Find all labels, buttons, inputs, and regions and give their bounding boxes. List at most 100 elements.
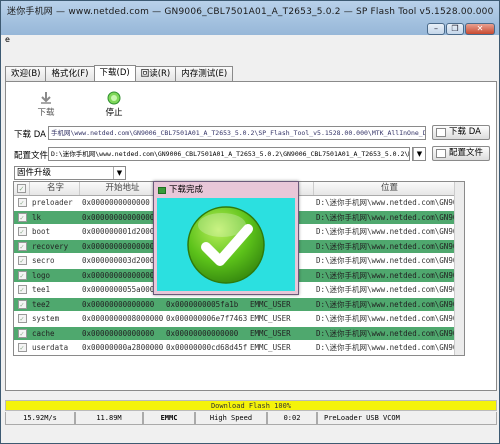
cell-start-address: 0x000000001d2000	[82, 227, 155, 236]
cell-end-address: 0x0000000005fa1b	[166, 299, 239, 309]
row-checkbox[interactable]: ✓	[14, 254, 30, 268]
tab-memory-test[interactable]: 内存测试(E)	[175, 66, 234, 81]
menu-item[interactable]: e	[5, 35, 10, 44]
row-checkbox[interactable]: ✓	[14, 341, 30, 355]
checkbox[interactable]: ✓	[17, 198, 27, 208]
cell-start-address: 0x00000000a2800000	[82, 343, 164, 352]
window-title: 迷你手机网 — www.netded.com — GN9006_CBL7501A…	[7, 7, 494, 17]
table-row[interactable]: ✓ userdata 0x00000000a2800000 0x00000000cd6…	[14, 341, 464, 355]
progress-text: Download Flash 100%	[210, 402, 292, 410]
progress-bar: Download Flash 100%	[5, 400, 497, 411]
status-usb-speed: High Speed	[195, 412, 267, 425]
app-window: 迷你手机网 — www.netded.com — GN9006_CBL7501A…	[0, 0, 500, 444]
cell-start-address: 0x00000000000000	[82, 299, 155, 309]
close-button[interactable]: ✕	[465, 23, 495, 35]
checkbox[interactable]: ✓	[17, 343, 27, 353]
checkbox[interactable]: ✓	[17, 212, 27, 222]
mode-select-value: 固件升级	[17, 168, 52, 178]
tab-strip: 欢迎(B) 格式化(F) 下载(D) 回读(R) 内存测试(E)	[5, 65, 234, 81]
tab-download[interactable]: 下载(D)	[93, 65, 136, 81]
checkbox[interactable]: ✓	[17, 314, 27, 324]
row-checkbox[interactable]: ✓	[14, 312, 30, 326]
scatter-dropdown[interactable]: ▼	[412, 147, 426, 161]
da-path-field[interactable]: 手机网\www.netded.com\GN9006_CBL7501A01_A_T…	[48, 126, 426, 140]
dialog-title-bar: 下载完成	[157, 185, 295, 196]
table-row[interactable]: ✓ tee2 0x00000000000000 0x0000000005fa1b EMM…	[14, 297, 464, 312]
scatter-label: 配置文件	[14, 151, 49, 161]
tab-readback[interactable]: 回读(R)	[134, 66, 177, 81]
cell-start-address: 0x0000000055a0000	[82, 285, 159, 294]
cell-location: D:\迷你手机网\www.netded.com\GN9006_CBL7	[316, 343, 464, 352]
stop-button[interactable]: 停止	[94, 90, 134, 120]
status-storage: EMMC	[143, 412, 195, 425]
cell-name: lk	[32, 212, 42, 222]
vertical-scrollbar[interactable]	[454, 182, 464, 355]
checkbox[interactable]: ✓	[17, 270, 27, 280]
checkbox[interactable]: ✓	[17, 241, 27, 251]
tab-format[interactable]: 格式化(F)	[45, 66, 95, 81]
scatter-path-field[interactable]: D:\迷你手机网\www.netded.com\GN9006_CBL7501A0…	[48, 147, 410, 161]
row-checkbox[interactable]: ✓	[14, 211, 30, 225]
download-da-button[interactable]: 下载 DA	[432, 125, 490, 140]
table-row[interactable]: ✓ system 0x0000000008000000 0x000000006e7f7…	[14, 312, 464, 327]
da-label: 下载 DA	[14, 130, 46, 140]
download-button[interactable]: 下载	[26, 90, 66, 120]
cell-region: EMMC_USER	[250, 343, 291, 352]
tab-welcome[interactable]: 欢迎(B)	[5, 66, 47, 81]
header-start-address: 开始地址	[80, 182, 164, 195]
folder-icon	[436, 128, 446, 137]
row-checkbox[interactable]: ✓	[14, 283, 30, 297]
cell-region: EMMC_USER	[250, 328, 291, 338]
checkbox[interactable]: ✓	[17, 299, 27, 309]
cell-start-address: 0x00000000000000	[82, 212, 155, 222]
checkbox[interactable]: ✓	[17, 227, 27, 237]
cell-region: EMMC_USER	[250, 299, 291, 309]
row-checkbox[interactable]: ✓	[14, 298, 30, 312]
cell-location: D:\迷你手机网\www.netded.com\GN9006_CBL7	[316, 314, 464, 323]
cell-location: D:\迷你手机网\www.netded.com\GN9006_CBL7	[316, 299, 464, 309]
checkbox[interactable]: ✓	[17, 328, 27, 338]
cell-start-address: 0x0000000008000000	[82, 314, 164, 323]
dialog-title: 下载完成	[169, 185, 204, 195]
cell-start-address: 0x00000000000000	[82, 270, 155, 280]
cell-name: logo	[32, 270, 51, 280]
cell-name: secro	[32, 256, 55, 265]
cell-name: recovery	[32, 241, 69, 251]
cell-location: D:\迷你手机网\www.netded.com\GN9006_CBL7	[316, 270, 464, 280]
row-checkbox[interactable]: ✓	[14, 225, 30, 239]
cell-name: cache	[32, 328, 55, 338]
stop-icon	[94, 90, 134, 106]
cell-location: D:\迷你手机网\www.netded.com\GN9006_CBL7	[316, 227, 464, 236]
checkbox[interactable]: ✓	[17, 256, 27, 266]
menu-bar: e	[3, 35, 497, 45]
cell-name: tee1	[32, 285, 51, 294]
minimize-button[interactable]: –	[427, 23, 445, 35]
chevron-down-icon: ▼	[413, 148, 425, 160]
scatter-file-button[interactable]: 配置文件	[432, 146, 490, 161]
cell-name: system	[32, 314, 60, 323]
row-checkbox[interactable]: ✓	[14, 269, 30, 283]
app-icon	[158, 187, 166, 194]
cell-end-address: 0x00000000cd68d45f	[166, 343, 248, 352]
cell-location: D:\迷你手机网\www.netded.com\GN9006_CBL7	[316, 328, 464, 338]
cell-name: preloader	[32, 198, 73, 207]
row-checkbox[interactable]: ✓	[14, 240, 30, 254]
cell-region: EMMC_USER	[250, 314, 291, 323]
title-bar: 迷你手机网 — www.netded.com — GN9006_CBL7501A…	[1, 1, 499, 35]
download-arrow-icon	[26, 90, 66, 106]
cell-name: boot	[32, 227, 51, 236]
row-checkbox[interactable]: ✓	[14, 196, 30, 210]
maximize-button[interactable]: ❐	[446, 23, 464, 35]
checkbox[interactable]: ✓	[17, 285, 27, 295]
header-location: 位置	[314, 182, 464, 195]
cell-name: tee2	[32, 299, 51, 309]
window-controls: – ❐ ✕	[427, 23, 495, 35]
download-da-button-label: 下载 DA	[449, 127, 481, 137]
header-check-column: ✓	[14, 182, 30, 195]
mode-select[interactable]: 固件升级 ▼	[14, 166, 126, 180]
cell-start-address: 0x00000000000000	[82, 328, 155, 338]
table-row[interactable]: ✓ cache 0x00000000000000 0x00000000000000 EM…	[14, 326, 464, 341]
row-checkbox[interactable]: ✓	[14, 327, 30, 341]
checkbox[interactable]: ✓	[17, 184, 26, 193]
chevron-down-icon: ▼	[113, 167, 125, 179]
